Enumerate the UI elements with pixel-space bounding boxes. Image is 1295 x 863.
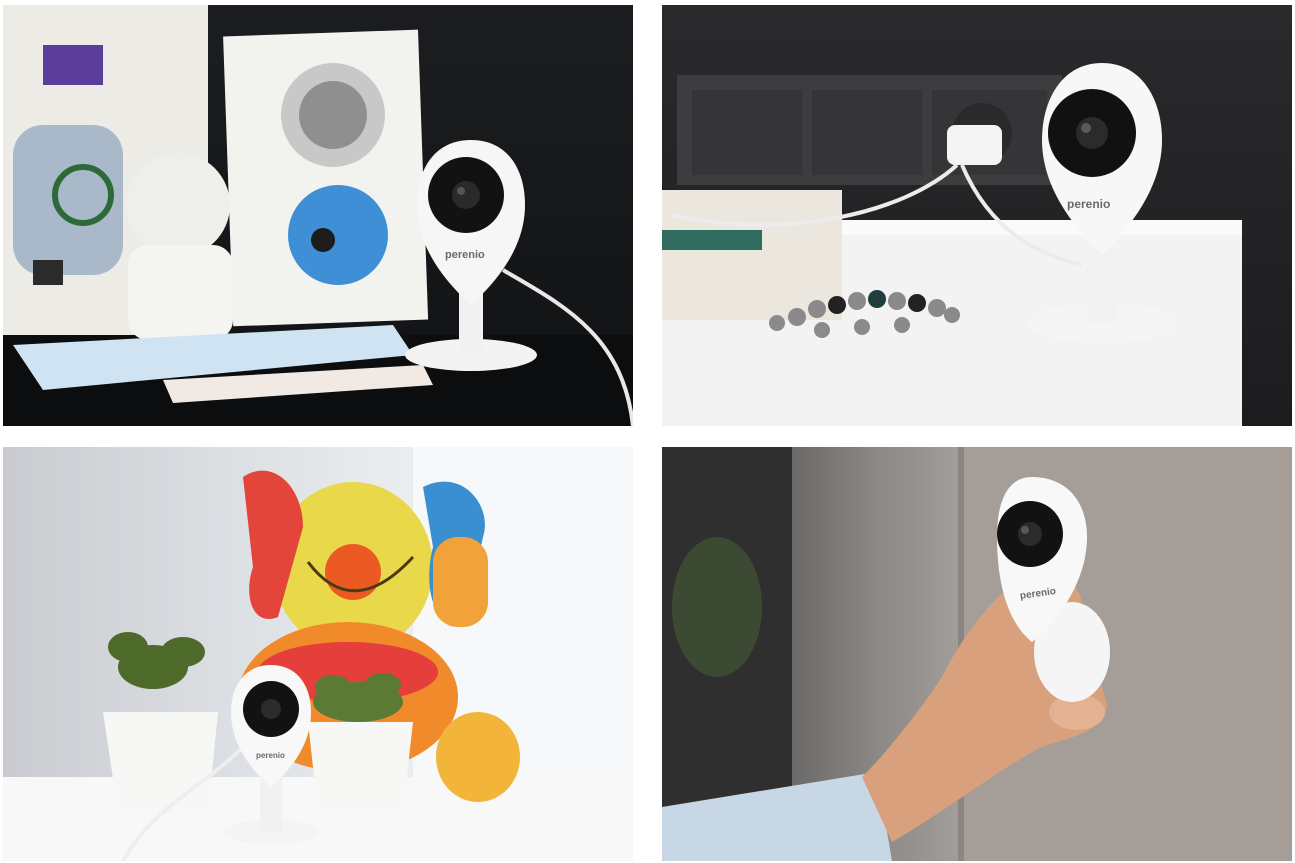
photo-camera-on-desk: perenio [3, 5, 633, 426]
photo-camera-wall-mount-illustration: perenio [662, 447, 1292, 861]
brand-wordmark: perenio [1067, 197, 1110, 211]
brand-wordmark: perenio [445, 249, 485, 261]
photo-camera-wall-mount: perenio [662, 447, 1292, 861]
photo-camera-with-toy: perenio [3, 447, 633, 861]
photo-camera-on-dresser-illustration: perenio [662, 63, 1242, 426]
photo-camera-on-desk-illustration: perenio [3, 5, 633, 426]
brand-wordmark: perenio [256, 751, 285, 760]
photo-camera-with-toy-illustration: perenio [3, 447, 633, 861]
photo-camera-on-dresser: perenio [662, 5, 1292, 426]
